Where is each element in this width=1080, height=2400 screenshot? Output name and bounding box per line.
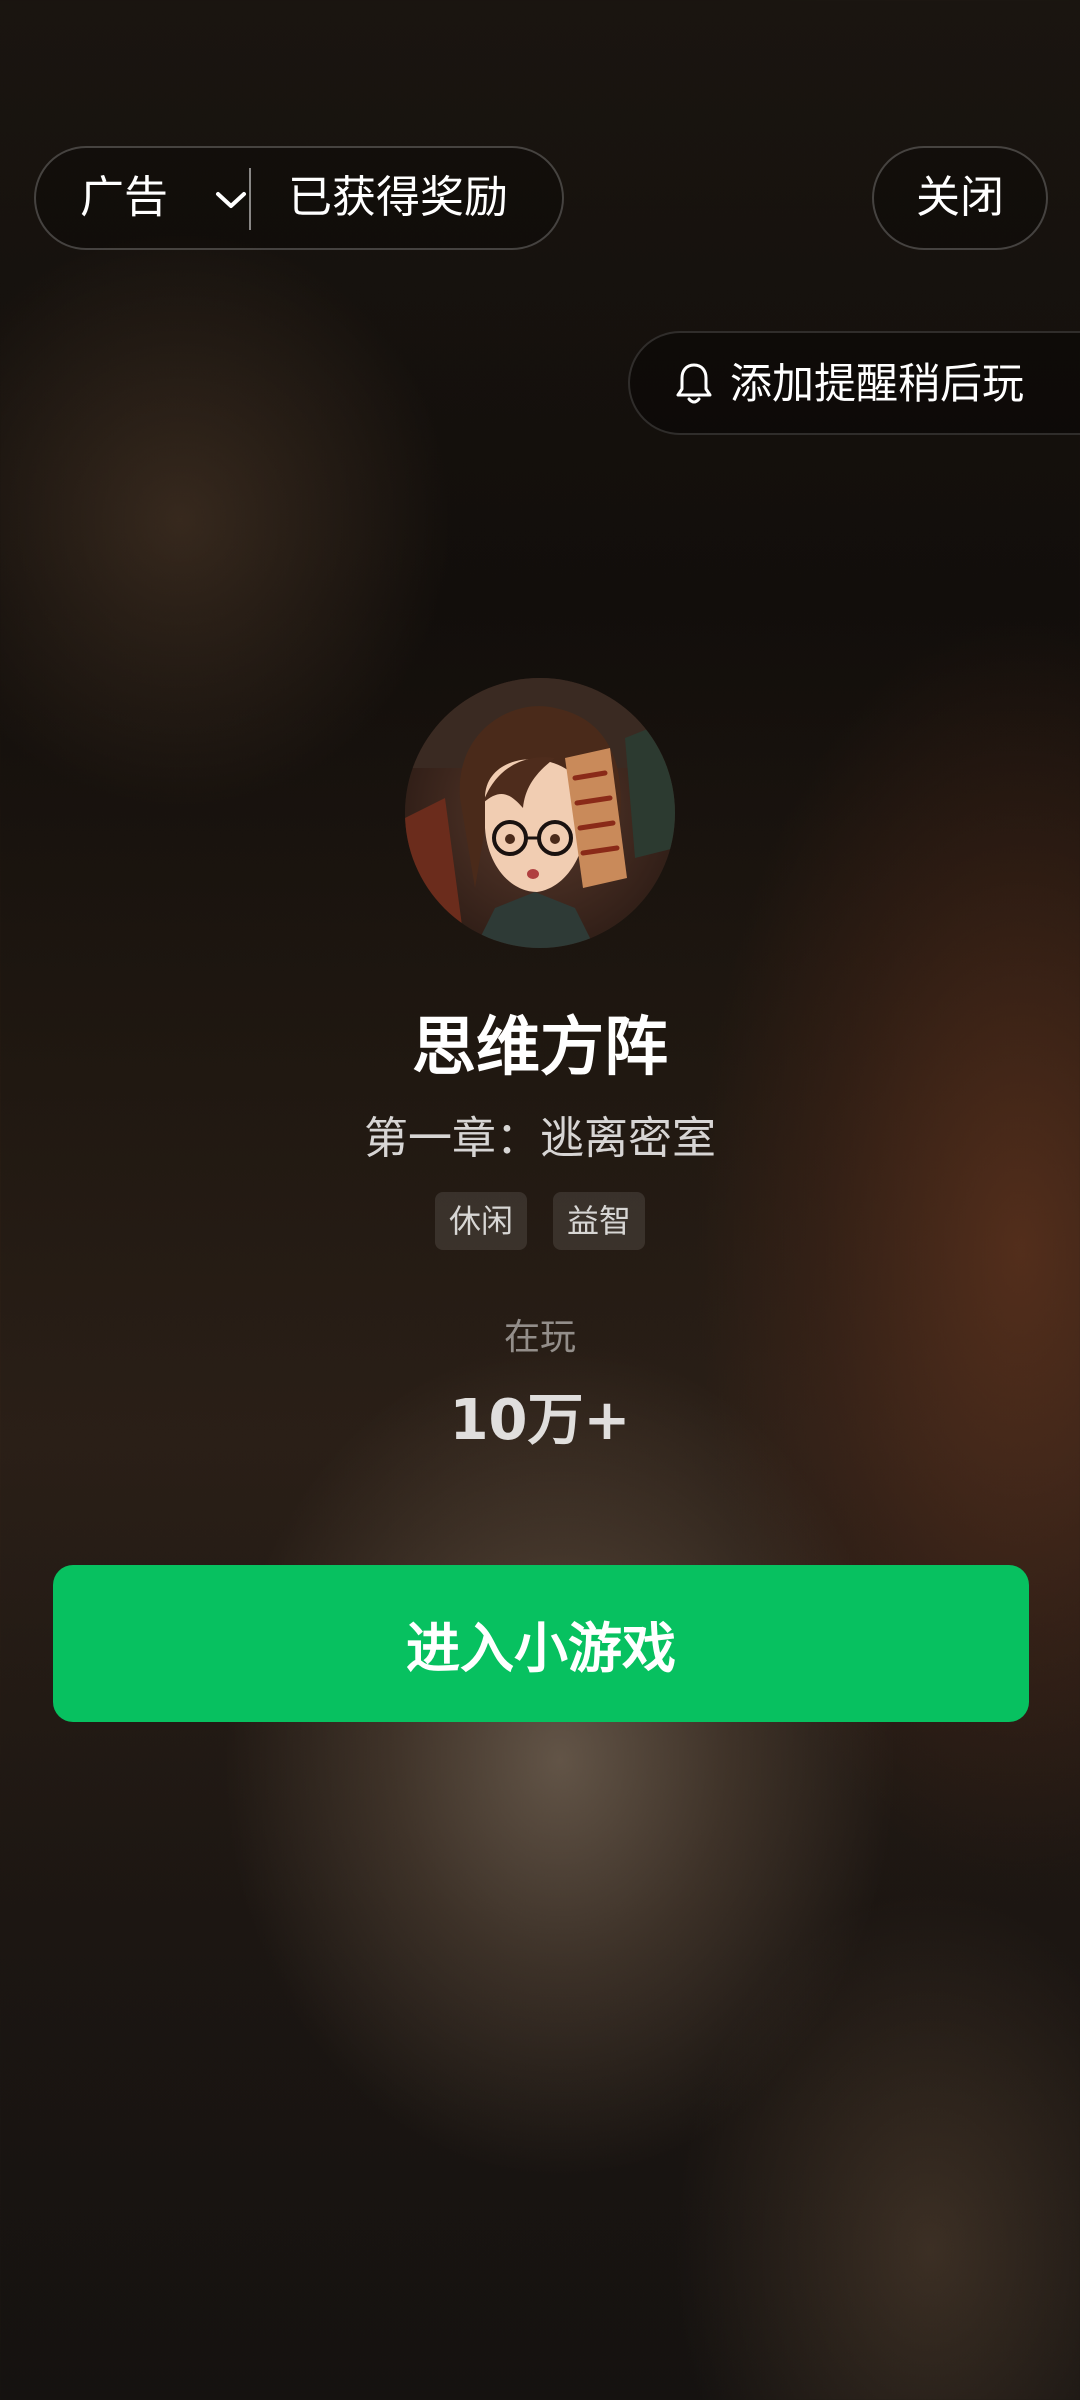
bell-icon <box>676 363 712 404</box>
enter-minigame-button[interactable]: 进入小游戏 <box>53 1565 1029 1722</box>
game-avatar <box>405 678 675 948</box>
reward-status-label: 已获得奖励 <box>288 172 508 223</box>
game-title: 思维方阵 <box>412 1011 668 1085</box>
game-subtitle: 第一章：逃离密室 <box>364 1113 716 1164</box>
close-button[interactable]: 关闭 <box>872 146 1048 250</box>
game-avatar-image <box>405 678 675 948</box>
tag-casual: 休闲 <box>434 1192 527 1250</box>
add-reminder-label: 添加提醒稍后玩 <box>730 359 1025 408</box>
playing-label: 在玩 <box>503 1317 576 1358</box>
enter-minigame-label: 进入小游戏 <box>406 1617 676 1680</box>
close-label: 关闭 <box>916 172 1004 223</box>
chevron-down-icon[interactable] <box>214 188 248 212</box>
game-tags: 休闲 益智 <box>0 1192 1080 1250</box>
ad-reward-pill: 广告 已获得奖励 <box>34 146 564 250</box>
tag-puzzle: 益智 <box>553 1192 646 1250</box>
ad-label[interactable]: 广告 <box>80 168 168 228</box>
playing-count: 10万+ <box>449 1388 631 1453</box>
add-reminder-button[interactable]: 添加提醒稍后玩 <box>628 331 1080 435</box>
pill-divider <box>249 168 251 230</box>
